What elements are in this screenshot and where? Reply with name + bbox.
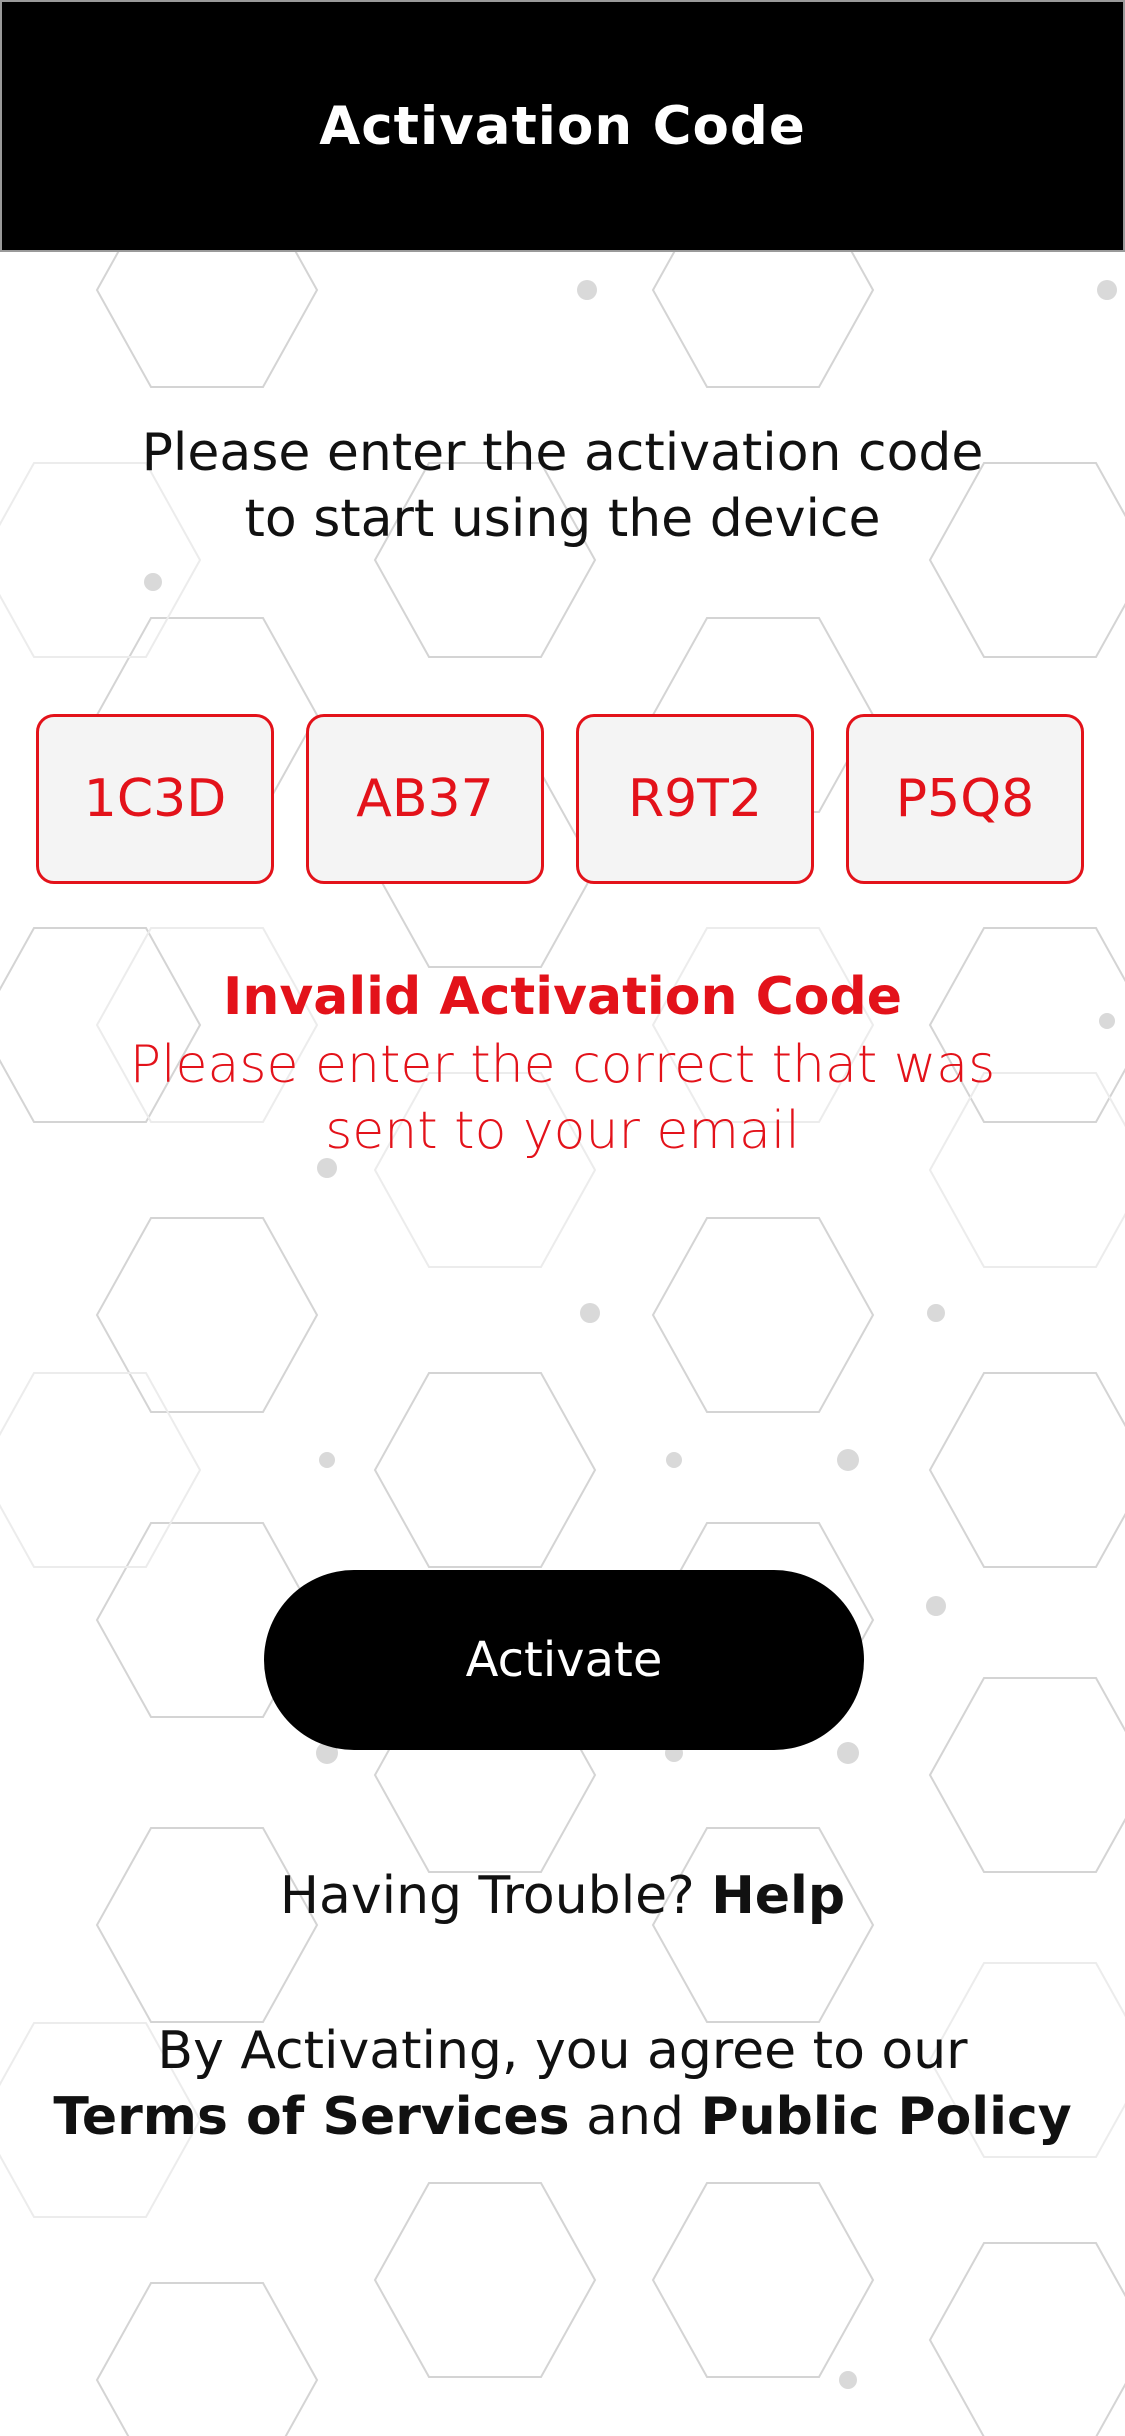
page-title: Activation Code (319, 95, 806, 157)
code-field-4[interactable]: P5Q8 (846, 714, 1084, 884)
error-line-1: Please enter the correct that was (129, 1035, 996, 1095)
error-title: Invalid Activation Code (223, 967, 902, 1027)
help-link[interactable]: Help (711, 1866, 845, 1926)
help-prefix: Having Trouble? (279, 1866, 695, 1926)
instructions-line-2: to start using the device (244, 489, 881, 549)
error-message: Invalid Activation Code Please enter the… (0, 962, 1125, 1164)
instructions-line-1: Please enter the activation code (141, 423, 984, 483)
help-row: Having Trouble? Help (0, 1866, 1125, 1926)
activate-button[interactable]: Activate (264, 1570, 864, 1750)
terms-of-services-link[interactable]: Terms of Services (53, 2087, 569, 2147)
top-header-bar: Activation Code (0, 0, 1125, 252)
instructions-text: Please enter the activation code to star… (0, 420, 1125, 552)
code-field-3[interactable]: R9T2 (576, 714, 814, 884)
terms-line-1: By Activating, you agree to our (157, 2021, 968, 2081)
code-field-1[interactable]: 1C3D (36, 714, 274, 884)
terms-and-text: and (586, 2087, 684, 2147)
terms-notice: By Activating, you agree to our Terms of… (0, 2018, 1125, 2150)
error-line-2: sent to your email (325, 1101, 800, 1161)
activation-code-fields: 1C3D AB37 R9T2 P5Q8 (36, 714, 1086, 884)
terms-line-2: Terms of Services and Public Policy (0, 2084, 1125, 2150)
code-field-2[interactable]: AB37 (306, 714, 544, 884)
public-policy-link[interactable]: Public Policy (701, 2087, 1072, 2147)
